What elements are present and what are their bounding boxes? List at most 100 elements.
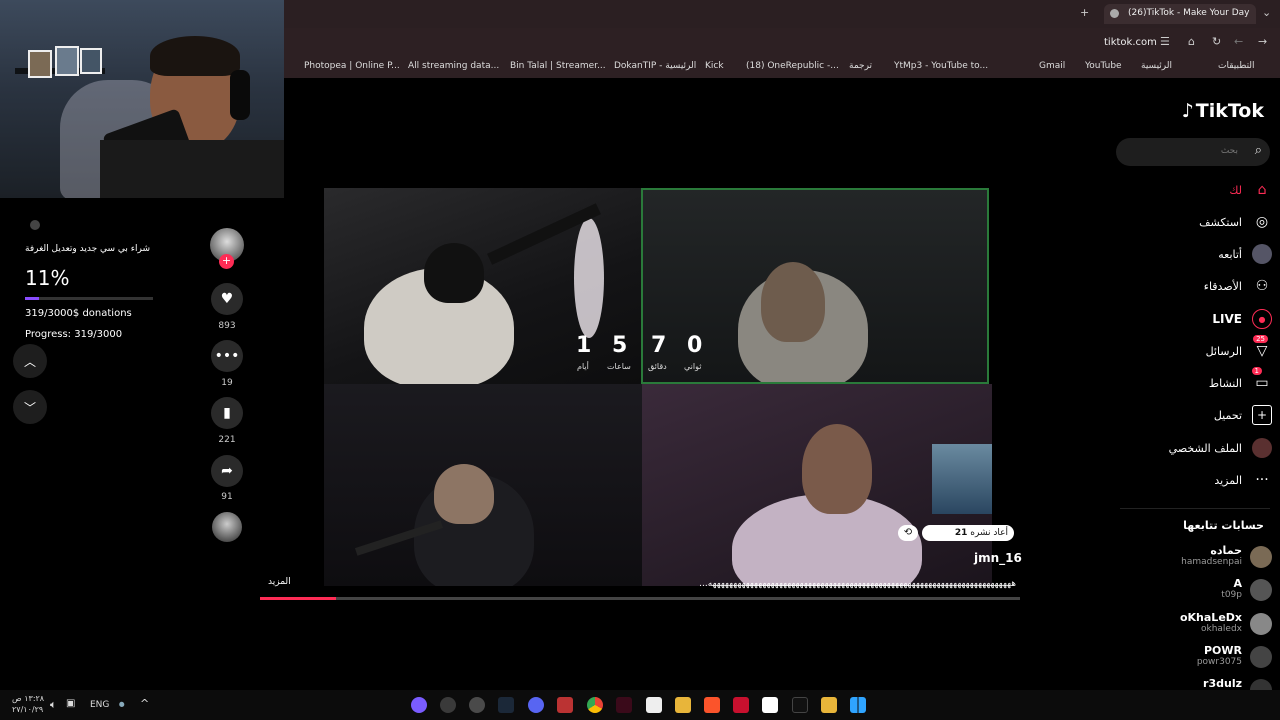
store-app-icon[interactable]: [821, 697, 837, 713]
search-app-icon[interactable]: [411, 697, 427, 713]
volume-icon[interactable]: 🔈︎: [50, 698, 57, 712]
nav-friends[interactable]: ⚇ الأصدقاء: [1204, 276, 1272, 296]
followed-account[interactable]: POWR powr3075: [1122, 644, 1272, 674]
video-progress-track[interactable]: [260, 597, 1020, 600]
goal-progress-fill: [25, 297, 40, 300]
new-tab-icon[interactable]: +: [1080, 6, 1089, 19]
tab-favicon-icon: [1110, 9, 1119, 18]
bookmark-streaming-data[interactable]: All streaming data...: [408, 61, 499, 71]
bookmark-apps[interactable]: التطبيقات: [1218, 61, 1255, 71]
heart-icon: ♥: [220, 291, 234, 307]
nav-live[interactable]: ● LIVE: [1212, 309, 1272, 329]
capcut-app-icon[interactable]: [762, 697, 778, 713]
repost-label: أعاد نشره: [970, 528, 1008, 538]
windows-start-icon[interactable]: [850, 697, 866, 713]
nav-following-label: أتابعه: [1218, 247, 1242, 261]
friends-icon: ⚇: [1255, 278, 1269, 294]
like-button[interactable]: ♥: [211, 283, 243, 315]
reload-icon[interactable]: ↻: [1212, 35, 1221, 48]
adobe-app-icon[interactable]: [616, 697, 632, 713]
bookmark-youtube[interactable]: YouTube: [1085, 61, 1122, 71]
nav-messages[interactable]: ▽ 25 الرسائل: [1205, 335, 1272, 361]
file-app-icon[interactable]: [646, 697, 662, 713]
followed-account[interactable]: r3dulz: [1122, 677, 1272, 691]
tab-search-icon[interactable]: ⌄: [1262, 6, 1271, 19]
nav-activity[interactable]: ▭ 1 النشاط: [1209, 367, 1272, 393]
followed-account[interactable]: حماده hamadsenpai: [1122, 544, 1272, 574]
nav-for-you[interactable]: ⌂ لك: [1229, 180, 1272, 200]
bookmark-ytmp3[interactable]: YtMp3 - YouTube to...: [894, 61, 988, 71]
language-indicator[interactable]: ENG: [90, 700, 109, 710]
url-text[interactable]: tiktok.com: [1104, 37, 1157, 48]
clock[interactable]: ١٣:٢٨ ص ٢٧/١٠/٢٩: [12, 693, 44, 715]
bookmarks-bar: Photopea | Online P... All streaming dat…: [284, 56, 1280, 78]
repost-button[interactable]: ⟲: [898, 525, 918, 541]
obs-app-icon[interactable]: [440, 697, 456, 713]
goal-progress-text: Progress: 319/3000: [25, 329, 123, 340]
search-icon[interactable]: ⌕: [1255, 143, 1262, 158]
followed-account[interactable]: A t09p: [1122, 577, 1272, 607]
nav-upload[interactable]: + تحميل: [1214, 405, 1272, 425]
tiktok-app-icon[interactable]: [792, 697, 808, 713]
comment-count: 19: [221, 378, 233, 388]
next-video-button[interactable]: ﹀: [13, 390, 47, 424]
nav-messages-label: الرسائل: [1205, 344, 1242, 358]
music-disc-icon[interactable]: [212, 512, 242, 542]
followed-account[interactable]: oKhaLeDx okhaledx: [1122, 611, 1272, 641]
save-button[interactable]: ▮: [211, 397, 243, 429]
site-settings-icon[interactable]: ☰: [1160, 35, 1170, 48]
home-button-icon[interactable]: ⌂: [1188, 35, 1195, 48]
nav-profile[interactable]: الملف الشخصي: [1169, 438, 1272, 458]
tray-chevron-icon[interactable]: ^: [140, 697, 149, 710]
network-icon[interactable]: ▣: [66, 698, 75, 709]
caption-more-button[interactable]: المزيد: [268, 577, 291, 587]
timer-minutes-label: دقائق: [648, 362, 667, 371]
browser-tab[interactable]: ✕ (26)TikTok - Make Your Day: [1104, 4, 1256, 24]
timer-hours-label: ساعات: [607, 362, 631, 371]
avatar: [1250, 546, 1272, 568]
microphone-icon[interactable]: ⏺︎: [119, 698, 125, 712]
bookmark-kick[interactable]: Kick: [705, 61, 724, 71]
bookmark-gmail[interactable]: Gmail: [1039, 61, 1065, 71]
bookmark-onerepublic[interactable]: (18) OneRepublic -...: [746, 61, 839, 71]
avatar: [1250, 579, 1272, 601]
tool-app-icon[interactable]: [469, 697, 485, 713]
timer-days: 1: [576, 333, 592, 358]
bookmark-dokantip[interactable]: DokanTIP - الرئيسية: [614, 61, 696, 71]
search-input[interactable]: بحث: [1221, 146, 1238, 156]
red-app-icon[interactable]: [733, 697, 749, 713]
video-progress-fill: [260, 597, 336, 600]
folder-app-icon[interactable]: [675, 697, 691, 713]
post-caption: هههههههههههههههههههههههههههههههههههههههه…: [699, 579, 1016, 589]
timer-seconds: 0: [687, 333, 703, 358]
tiktok-note-icon: ♪: [1181, 100, 1194, 122]
back-icon[interactable]: ←: [1234, 35, 1243, 48]
post-username[interactable]: jmn_16: [974, 551, 1022, 565]
nav-profile-label: الملف الشخصي: [1168, 441, 1242, 455]
search-box[interactable]: بحث ⌕: [1116, 138, 1270, 166]
home-icon: ⌂: [1257, 182, 1267, 198]
video-player[interactable]: 1 5 7 0 أيام ساعات دقائق ثواني: [292, 188, 992, 598]
nav-explore[interactable]: ◎ استكشف: [1199, 212, 1272, 232]
bookmark-translate[interactable]: ترجمة: [849, 61, 872, 71]
tiktok-logo[interactable]: ♪ TikTok: [1182, 100, 1264, 122]
media-app-icon[interactable]: [557, 697, 573, 713]
bookmark-home[interactable]: الرئيسية: [1141, 61, 1172, 71]
bookmark-photopea[interactable]: Photopea | Online P...: [304, 61, 400, 71]
forward-icon[interactable]: →: [1258, 35, 1267, 48]
previous-video-button[interactable]: ︿: [13, 344, 47, 378]
brave-app-icon[interactable]: [704, 697, 720, 713]
comment-button[interactable]: •••: [211, 340, 243, 372]
follow-plus-icon[interactable]: +: [219, 254, 234, 269]
nav-following[interactable]: أتابعه: [1218, 244, 1272, 264]
repost-badge: أعاد نشره 21: [922, 525, 1014, 541]
discord-app-icon[interactable]: [528, 697, 544, 713]
camera-bottom-left: [324, 384, 642, 586]
account-name: حماده: [1210, 544, 1242, 557]
steam-app-icon[interactable]: [498, 697, 514, 713]
nav-more[interactable]: ··· المزيد: [1214, 470, 1272, 490]
bookmark-bin-talal[interactable]: Bin Talal | Streamer...: [510, 61, 606, 71]
chrome-app-icon[interactable]: [587, 697, 603, 713]
share-button[interactable]: ➦: [211, 455, 243, 487]
upload-icon: +: [1252, 405, 1272, 425]
